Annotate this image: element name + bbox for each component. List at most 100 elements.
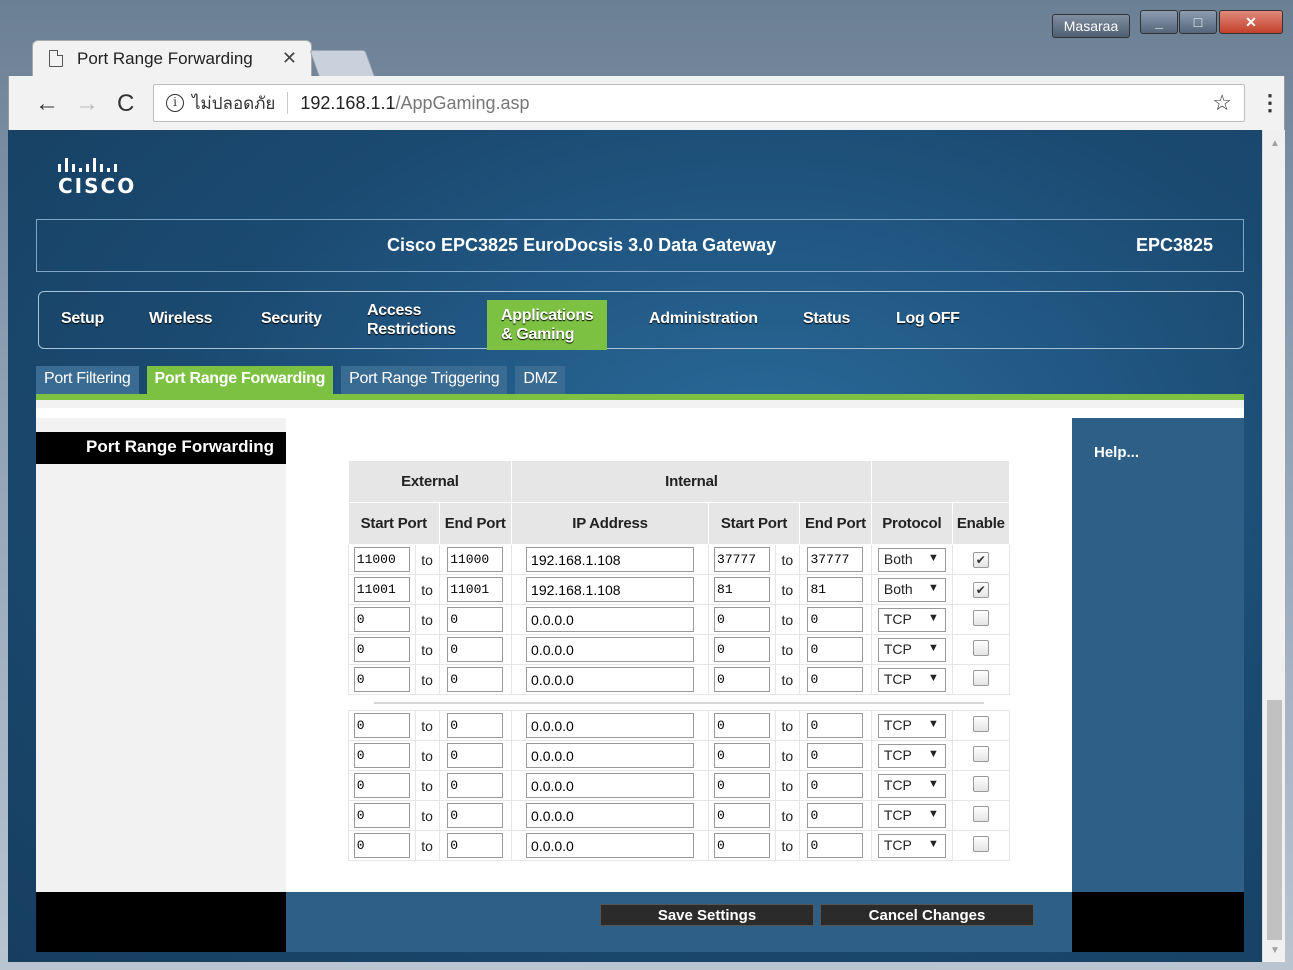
- tab-port-range-triggering[interactable]: Port Range Triggering: [341, 366, 508, 394]
- protocol-select[interactable]: TCP ▼: [877, 743, 946, 768]
- cancel-changes-button[interactable]: Cancel Changes: [820, 904, 1034, 926]
- internal-end-port-input[interactable]: [807, 667, 864, 692]
- protocol-select[interactable]: TCP ▼: [877, 667, 946, 692]
- tab-port-filtering[interactable]: Port Filtering: [36, 366, 139, 394]
- ip-address-input[interactable]: [526, 743, 695, 768]
- internal-end-port-input[interactable]: [807, 577, 864, 602]
- ip-address-input[interactable]: [526, 607, 695, 632]
- nav-security[interactable]: Security: [261, 310, 322, 328]
- internal-start-port-input[interactable]: [714, 773, 771, 798]
- internal-end-port-input[interactable]: [807, 637, 864, 662]
- internal-start-port-input[interactable]: [714, 743, 771, 768]
- external-start-port-input[interactable]: [353, 713, 410, 738]
- enable-checkbox[interactable]: [972, 716, 989, 732]
- scroll-up-arrow-icon[interactable]: ▲: [1270, 138, 1280, 149]
- internal-end-port-input[interactable]: [807, 713, 864, 738]
- internal-start-port-input[interactable]: [714, 547, 771, 572]
- internal-start-port-input[interactable]: [714, 637, 771, 662]
- minimize-button[interactable]: _: [1140, 10, 1178, 34]
- enable-checkbox[interactable]: [972, 776, 989, 792]
- protocol-select[interactable]: TCP ▼: [877, 607, 946, 632]
- internal-end-port-input[interactable]: [807, 547, 864, 572]
- nav-setup[interactable]: Setup: [61, 310, 104, 328]
- external-end-port-input[interactable]: [447, 803, 504, 828]
- ip-address-input[interactable]: [526, 577, 695, 602]
- nav-wireless[interactable]: Wireless: [149, 310, 213, 328]
- external-start-port-input[interactable]: [353, 743, 410, 768]
- scrollbar-thumb[interactable]: [1267, 700, 1282, 940]
- external-start-port-input[interactable]: [353, 667, 410, 692]
- ip-address-input[interactable]: [526, 773, 695, 798]
- internal-start-port-input[interactable]: [714, 607, 771, 632]
- close-window-button[interactable]: ✕: [1219, 10, 1283, 34]
- protocol-select[interactable]: Both ▼: [877, 577, 946, 602]
- internal-start-port-input[interactable]: [714, 667, 771, 692]
- ip-address-input[interactable]: [526, 637, 695, 662]
- enable-checkbox[interactable]: ✔: [972, 552, 989, 568]
- enable-checkbox[interactable]: ✔: [972, 582, 989, 598]
- protocol-select[interactable]: TCP ▼: [877, 637, 946, 662]
- external-end-port-input[interactable]: [447, 667, 504, 692]
- browser-tab[interactable]: Port Range Forwarding ✕: [32, 40, 312, 76]
- save-settings-button[interactable]: Save Settings: [600, 904, 814, 926]
- external-start-port-input[interactable]: [353, 607, 410, 632]
- enable-checkbox[interactable]: [972, 640, 989, 656]
- external-start-port-input[interactable]: [353, 803, 410, 828]
- enable-checkbox[interactable]: [972, 670, 989, 686]
- external-end-port-input[interactable]: [447, 833, 504, 858]
- profile-button[interactable]: Masaraa: [1052, 14, 1130, 38]
- internal-end-port-input[interactable]: [807, 773, 864, 798]
- vertical-scrollbar[interactable]: ▲ ▼: [1262, 130, 1285, 962]
- nav-administration[interactable]: Administration: [649, 310, 758, 328]
- protocol-select[interactable]: TCP ▼: [877, 833, 946, 858]
- internal-end-port-input[interactable]: [807, 607, 864, 632]
- nav-access-restrictions[interactable]: Access Restrictions: [367, 301, 456, 339]
- external-end-port-input[interactable]: [447, 607, 504, 632]
- ip-address-input[interactable]: [526, 547, 695, 572]
- internal-start-port-input[interactable]: [714, 803, 771, 828]
- help-link[interactable]: Help...: [1094, 444, 1139, 461]
- internal-end-port-input[interactable]: [807, 833, 864, 858]
- external-start-port-input[interactable]: [353, 833, 410, 858]
- address-bar[interactable]: i ไม่ปลอดภัย 192.168.1.1/AppGaming.asp ☆: [153, 84, 1245, 122]
- enable-checkbox[interactable]: [972, 836, 989, 852]
- ip-address-input[interactable]: [526, 833, 695, 858]
- external-start-port-input[interactable]: [353, 773, 410, 798]
- nav-status[interactable]: Status: [803, 310, 850, 328]
- protocol-select[interactable]: Both ▼: [877, 547, 946, 572]
- browser-menu-icon[interactable]: ⋮: [1259, 90, 1281, 116]
- external-start-port-input[interactable]: [353, 577, 410, 602]
- forward-arrow-icon[interactable]: →: [75, 90, 99, 118]
- tab-port-range-forwarding[interactable]: Port Range Forwarding: [146, 366, 334, 394]
- external-end-port-input[interactable]: [447, 773, 504, 798]
- ip-address-input[interactable]: [526, 667, 695, 692]
- reload-icon[interactable]: C: [117, 90, 134, 118]
- enable-checkbox[interactable]: [972, 746, 989, 762]
- back-arrow-icon[interactable]: ←: [35, 90, 59, 118]
- external-end-port-input[interactable]: [447, 577, 504, 602]
- protocol-select[interactable]: TCP ▼: [877, 803, 946, 828]
- external-end-port-input[interactable]: [447, 713, 504, 738]
- nav-log-off[interactable]: Log OFF: [896, 310, 960, 328]
- external-end-port-input[interactable]: [447, 637, 504, 662]
- close-tab-icon[interactable]: ✕: [282, 48, 297, 69]
- protocol-select[interactable]: TCP ▼: [877, 713, 946, 738]
- external-start-port-input[interactable]: [353, 637, 410, 662]
- internal-start-port-input[interactable]: [714, 713, 771, 738]
- external-end-port-input[interactable]: [447, 547, 504, 572]
- enable-checkbox[interactable]: [972, 610, 989, 626]
- enable-checkbox[interactable]: [972, 806, 989, 822]
- internal-end-port-input[interactable]: [807, 743, 864, 768]
- maximize-button[interactable]: □: [1179, 10, 1217, 34]
- internal-start-port-input[interactable]: [714, 833, 771, 858]
- scroll-down-arrow-icon[interactable]: ▼: [1270, 945, 1280, 956]
- nav-applications-gaming[interactable]: Applications & Gaming: [487, 300, 608, 350]
- external-end-port-input[interactable]: [447, 743, 504, 768]
- ip-address-input[interactable]: [526, 803, 695, 828]
- protocol-select[interactable]: TCP ▼: [877, 773, 946, 798]
- internal-end-port-input[interactable]: [807, 803, 864, 828]
- ip-address-input[interactable]: [526, 713, 695, 738]
- new-tab-button[interactable]: [309, 50, 375, 76]
- bookmark-star-icon[interactable]: ☆: [1212, 90, 1232, 116]
- external-start-port-input[interactable]: [353, 547, 410, 572]
